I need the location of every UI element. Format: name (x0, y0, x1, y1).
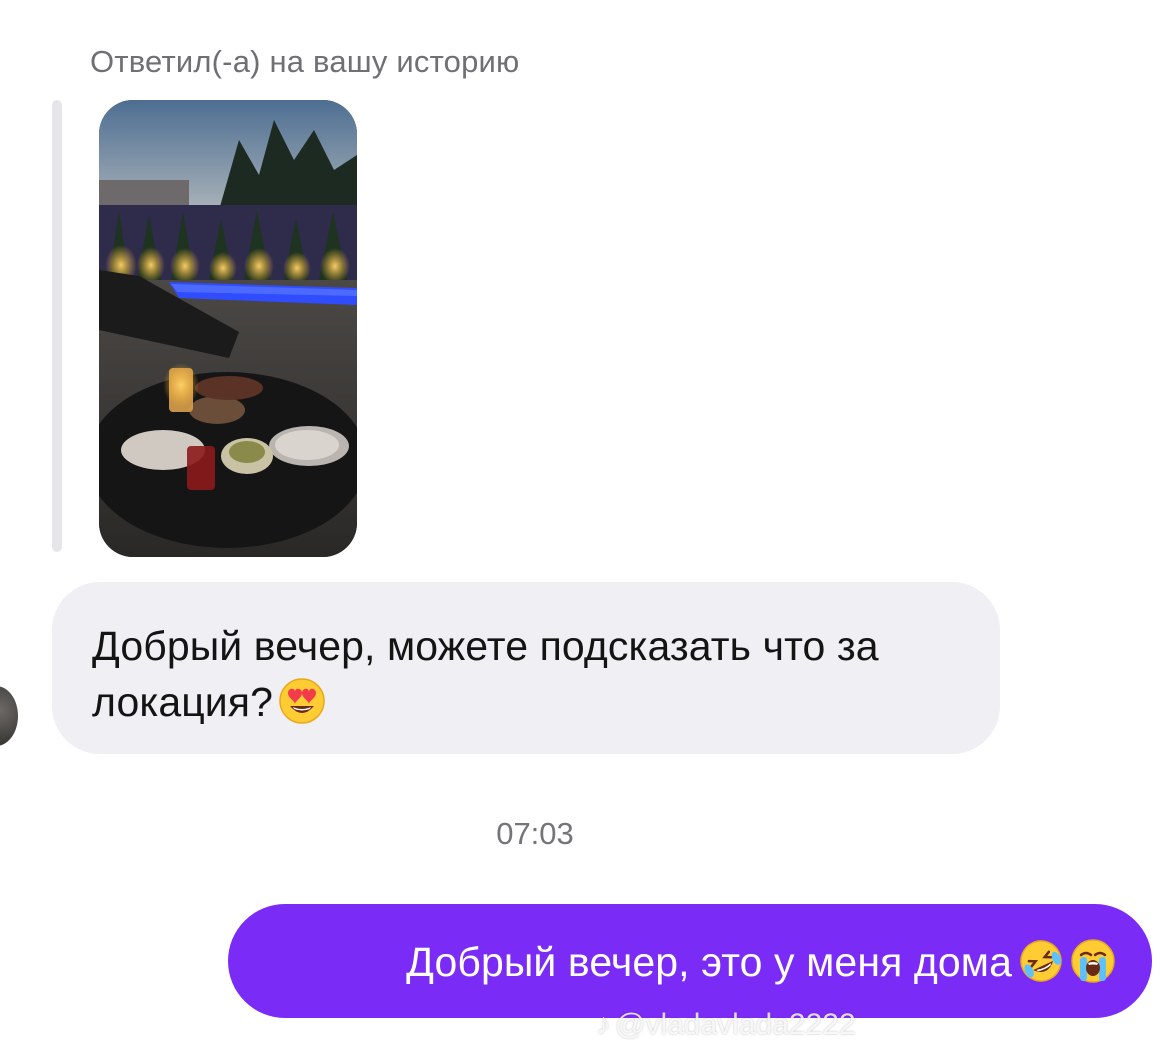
story-thumbnail[interactable] (99, 100, 357, 557)
sender-avatar[interactable] (0, 686, 18, 746)
watermark-handle: @vladavlada2222 (615, 1008, 856, 1041)
incoming-message-body: Добрый вечер, можете подсказать что за л… (92, 623, 879, 725)
incoming-message-text: Добрый вечер, можете подсказать что за л… (92, 618, 960, 730)
outgoing-message-body: Добрый вечер, это у меня дома (406, 939, 1012, 985)
outgoing-message-text: Добрый вечер, это у меня дома (264, 934, 1116, 990)
rolling-laughing-emoji-icon (1018, 938, 1064, 984)
chat-thread: Ответил(-а) на вашу историю Добрый вечер… (0, 0, 1176, 1062)
loudly-crying-emoji-icon (1070, 938, 1116, 984)
incoming-message-bubble[interactable]: Добрый вечер, можете подсказать что за л… (52, 582, 1000, 754)
tiktok-note-icon: ♪ (596, 1008, 611, 1041)
reply-indicator-bar (52, 100, 62, 552)
story-photo (99, 100, 357, 557)
story-reply-caption: Ответил(-а) на вашу историю (90, 44, 520, 79)
heart-eyes-emoji-icon (279, 678, 325, 724)
tiktok-watermark: ♪ @vladavlada2222 (596, 1008, 856, 1042)
message-timestamp: 07:03 (496, 816, 574, 851)
outgoing-message-bubble[interactable]: Добрый вечер, это у меня дома (228, 904, 1152, 1018)
